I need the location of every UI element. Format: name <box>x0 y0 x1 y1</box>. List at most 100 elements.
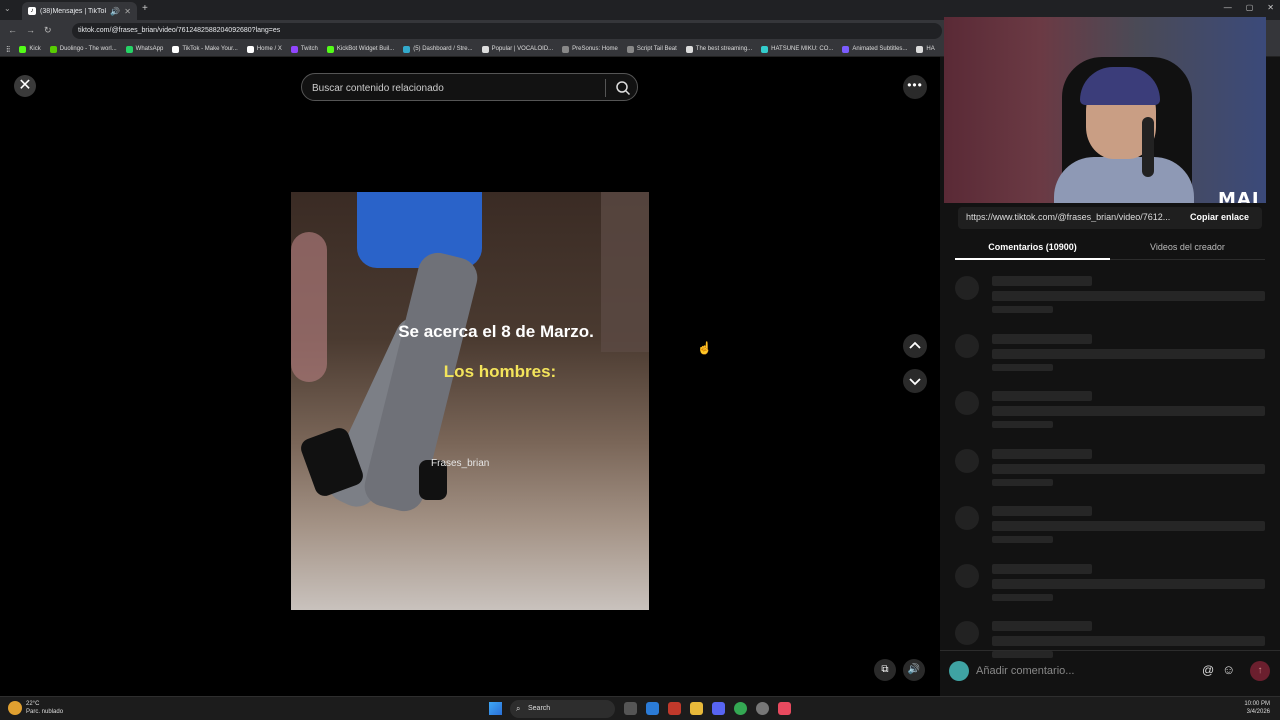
chrome-app-icon[interactable] <box>734 702 747 715</box>
search-icon[interactable] <box>615 80 631 96</box>
video-caption-line2: Los hombres: <box>443 362 557 381</box>
tab-audio-icon[interactable]: 🔊 <box>110 7 120 16</box>
url-field[interactable]: tiktok.com/@frases_brian/video/761248258… <box>72 23 942 39</box>
bookmark-favicon-icon <box>761 45 769 53</box>
maximize-icon[interactable]: ▢ <box>1246 3 1254 12</box>
bookmark-label: Script Tail Beat <box>636 46 677 52</box>
settings-app-icon[interactable] <box>756 702 769 715</box>
tab-comments[interactable]: Comentarios (10900) <box>955 242 1110 252</box>
bookmark-favicon-icon <box>246 45 254 53</box>
comment-skeleton-row <box>955 391 1265 437</box>
panel-tabs: Comentarios (10900) Videos del creador <box>955 238 1265 260</box>
bookmark-item[interactable]: PreSonus: Home <box>562 45 618 53</box>
bookmark-item[interactable]: HATSUNE MIKU: CO... <box>761 45 833 53</box>
bookmark-item[interactable]: TikTok - Make Your... <box>172 45 238 53</box>
comment-skeleton-row <box>955 506 1265 552</box>
bookmark-favicon-icon <box>49 45 57 53</box>
reload-icon[interactable]: ↻ <box>44 25 52 36</box>
file-explorer-icon[interactable] <box>690 702 703 715</box>
bookmark-item[interactable]: The best streaming... <box>685 45 753 53</box>
browser-tab[interactable]: ♪ (38)Mensajes | TikTok 🔊 ✕ <box>22 2 137 20</box>
skeleton-line <box>992 478 1053 486</box>
skeleton-avatar <box>955 506 979 530</box>
more-options-icon[interactable]: ••• <box>903 75 927 99</box>
bookmark-item[interactable]: Animated Subtitles... <box>842 45 907 53</box>
bookmark-label: Kick <box>29 46 41 52</box>
volume-icon[interactable]: 🔊 <box>903 659 925 681</box>
skeleton-line <box>992 363 1053 371</box>
minimize-icon[interactable]: — <box>1224 3 1232 12</box>
weather-partly-cloudy-icon <box>8 701 22 715</box>
skeleton-line <box>992 421 1053 428</box>
tab-creator-videos[interactable]: Videos del creador <box>1110 242 1265 252</box>
skeleton-line <box>992 291 1265 301</box>
opera-app-icon[interactable] <box>668 702 681 715</box>
bookmark-item[interactable]: Duolingo - The worl... <box>49 45 117 53</box>
send-comment-button[interactable]: ↑ <box>1250 661 1270 681</box>
mention-icon[interactable]: @ <box>1202 663 1214 677</box>
bookmark-favicon-icon <box>19 45 27 53</box>
skeleton-line <box>992 391 1092 401</box>
bookmark-item[interactable]: Kick <box>19 45 41 53</box>
bookmark-favicon-icon <box>916 45 924 53</box>
next-video-button[interactable] <box>903 369 927 393</box>
bookmark-label: WhatsApp <box>135 46 164 52</box>
previous-video-button[interactable] <box>903 334 927 358</box>
clock-date: 3/4/2026 <box>1246 709 1270 715</box>
chevron-down-icon <box>909 378 921 386</box>
comment-input[interactable] <box>976 659 1236 683</box>
skeleton-avatar <box>955 276 979 300</box>
forward-icon[interactable]: → <box>26 25 35 35</box>
taskbar-search-icon: ⌕ <box>516 704 521 713</box>
video-person-left <box>291 232 327 382</box>
share-link-text[interactable]: https://www.tiktok.com/@frases_brian/vid… <box>966 212 1176 222</box>
back-icon[interactable]: ← <box>8 25 17 35</box>
bookmark-item[interactable]: WhatsApp <box>125 45 164 53</box>
system-clock[interactable]: 10:00 PM 3/4/2026 <box>1230 700 1270 716</box>
bookmark-item[interactable]: Script Tail Beat <box>626 45 677 53</box>
skeleton-line <box>992 536 1053 543</box>
skeleton-line <box>992 578 1265 589</box>
bookmark-label: Home / X <box>256 46 282 52</box>
skeleton-avatar <box>955 391 979 415</box>
task-view-icon[interactable] <box>624 702 637 715</box>
bookmark-item[interactable]: Popular | VOCALOID... <box>481 45 554 53</box>
taskbar-search[interactable]: ⌕ Search <box>510 700 615 718</box>
skeleton-line <box>992 348 1265 359</box>
bookmark-item[interactable]: Home / X <box>246 45 282 53</box>
picture-in-picture-icon[interactable]: ⧉ <box>874 659 896 681</box>
discord-app-icon[interactable] <box>712 702 725 715</box>
skeleton-line <box>992 621 1092 631</box>
music-app-icon[interactable] <box>778 702 791 715</box>
bookmark-favicon-icon <box>125 45 133 53</box>
bookmark-item[interactable]: HA <box>916 45 935 53</box>
bookmark-favicon-icon <box>290 45 298 53</box>
skeleton-avatar <box>955 448 979 473</box>
video-caption-line1: Se acerca el 8 de Marzo. <box>398 322 594 341</box>
tab-list-icon[interactable]: ⌄ <box>4 4 11 13</box>
mail-app-icon[interactable] <box>646 702 659 715</box>
weather-widget[interactable]: 22°C Parc. nublado <box>8 700 63 716</box>
tab-close-icon[interactable]: ✕ <box>124 7 131 16</box>
bookmark-label: TikTok - Make Your... <box>182 46 238 52</box>
bookmark-item[interactable]: Twitch <box>290 45 318 53</box>
apps-icon[interactable]: ⣿ <box>6 46 10 53</box>
close-video-button[interactable]: ✕ <box>14 75 36 97</box>
video-player[interactable]: Se acerca el 8 de Marzo. Los hombres: Fr… <box>291 57 649 696</box>
related-search-box <box>301 73 638 101</box>
bookmark-label: HA <box>926 46 935 52</box>
mouse-cursor-icon: ☝ <box>697 341 712 355</box>
bookmark-label: The best streaming... <box>695 46 753 52</box>
emoji-icon[interactable]: ☺ <box>1222 662 1235 677</box>
user-avatar <box>949 661 969 681</box>
related-search-input[interactable] <box>312 80 602 96</box>
copy-link-button[interactable]: Copiar enlace <box>1190 212 1249 222</box>
bookmark-label: Popular | VOCALOID... <box>491 46 554 52</box>
bookmark-favicon-icon <box>481 45 489 53</box>
new-tab-button[interactable]: + <box>142 3 148 14</box>
bookmark-label: (5) Dashboard / Stre... <box>413 46 473 52</box>
window-close-icon[interactable]: ✕ <box>1267 3 1274 12</box>
windows-start-icon[interactable] <box>489 702 502 715</box>
bookmark-item[interactable]: (5) Dashboard / Stre... <box>403 45 473 53</box>
bookmark-item[interactable]: KickBot Widget Buil... <box>326 45 394 53</box>
